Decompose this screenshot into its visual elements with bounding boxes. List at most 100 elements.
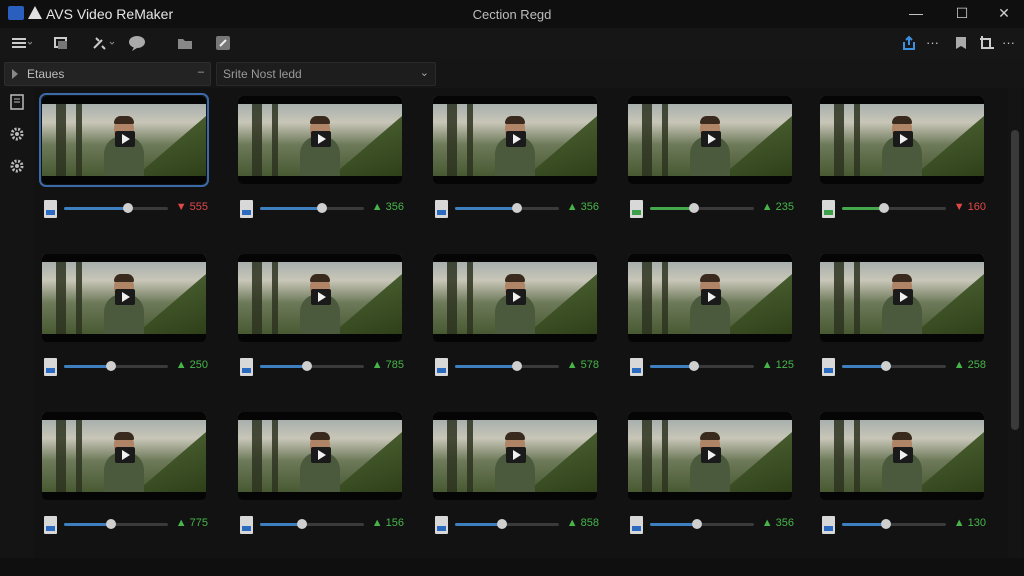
video-clip-card[interactable]: ▲ 775 xyxy=(38,404,208,554)
video-clip-card[interactable]: ▼ 160 xyxy=(816,88,986,238)
play-icon[interactable] xyxy=(506,447,526,463)
settings-gear-icon[interactable] xyxy=(9,126,25,142)
file-icon[interactable] xyxy=(822,200,835,218)
slider-knob[interactable] xyxy=(296,519,307,529)
progress-slider[interactable] xyxy=(650,519,754,529)
menu-icon[interactable] xyxy=(10,34,32,52)
video-thumbnail[interactable] xyxy=(42,412,206,500)
slider-knob[interactable] xyxy=(317,203,328,213)
video-thumbnail[interactable] xyxy=(820,412,984,500)
slider-knob[interactable] xyxy=(688,361,699,371)
video-clip-card[interactable]: ▲ 858 xyxy=(429,404,599,554)
progress-slider[interactable] xyxy=(64,361,168,371)
play-icon[interactable] xyxy=(506,289,526,305)
file-icon[interactable] xyxy=(240,358,253,376)
file-icon[interactable] xyxy=(240,200,253,218)
file-icon[interactable] xyxy=(435,516,448,534)
slider-knob[interactable] xyxy=(880,519,891,529)
slider-knob[interactable] xyxy=(105,519,116,529)
play-icon[interactable] xyxy=(115,447,135,463)
file-icon[interactable] xyxy=(822,358,835,376)
video-clip-card[interactable]: ▲ 250 xyxy=(38,246,208,396)
file-icon[interactable] xyxy=(44,200,57,218)
video-thumbnail[interactable] xyxy=(820,96,984,184)
video-thumbnail[interactable] xyxy=(433,412,597,500)
file-icon[interactable] xyxy=(44,516,57,534)
more-options-left-button[interactable]: ··· xyxy=(926,34,939,52)
video-thumbnail[interactable] xyxy=(39,93,209,187)
slider-knob[interactable] xyxy=(878,203,889,213)
video-thumbnail[interactable] xyxy=(238,254,402,342)
more-options-right-button[interactable]: ··· xyxy=(1002,34,1015,52)
progress-slider[interactable] xyxy=(260,519,364,529)
video-thumbnail[interactable] xyxy=(42,254,206,342)
progress-slider[interactable] xyxy=(64,203,168,213)
video-thumbnail[interactable] xyxy=(628,96,792,184)
status-filter-dropdown[interactable]: Etaues – xyxy=(4,62,211,86)
slider-knob[interactable] xyxy=(301,361,312,371)
file-icon[interactable] xyxy=(435,358,448,376)
file-icon[interactable] xyxy=(240,516,253,534)
play-icon[interactable] xyxy=(311,447,331,463)
chat-icon[interactable] xyxy=(128,34,148,52)
slider-knob[interactable] xyxy=(880,361,891,371)
play-icon[interactable] xyxy=(311,289,331,305)
video-clip-card[interactable]: ▲ 125 xyxy=(624,246,794,396)
tools-icon[interactable] xyxy=(90,34,116,52)
video-thumbnail[interactable] xyxy=(820,254,984,342)
video-thumbnail[interactable] xyxy=(628,412,792,500)
video-clip-card[interactable]: ▲ 785 xyxy=(234,246,404,396)
video-clip-card[interactable]: ▲ 156 xyxy=(234,404,404,554)
crop-icon[interactable] xyxy=(978,34,996,52)
progress-slider[interactable] xyxy=(455,519,559,529)
progress-slider[interactable] xyxy=(260,203,364,213)
play-icon[interactable] xyxy=(311,131,331,147)
preferences-gear-icon[interactable] xyxy=(9,158,25,174)
folder-icon[interactable] xyxy=(176,34,194,52)
video-clip-card[interactable]: ▲ 356 xyxy=(234,88,404,238)
scrollbar-thumb[interactable] xyxy=(1011,130,1019,430)
video-thumbnail[interactable] xyxy=(238,96,402,184)
video-clip-card[interactable]: ▲ 356 xyxy=(429,88,599,238)
video-thumbnail[interactable] xyxy=(238,412,402,500)
edit-icon[interactable] xyxy=(214,34,232,52)
slider-knob[interactable] xyxy=(688,203,699,213)
video-thumbnail[interactable] xyxy=(433,254,597,342)
play-icon[interactable] xyxy=(701,289,721,305)
play-icon[interactable] xyxy=(893,131,913,147)
video-thumbnail[interactable] xyxy=(433,96,597,184)
file-icon[interactable] xyxy=(630,516,643,534)
progress-slider[interactable] xyxy=(455,361,559,371)
video-clip-card[interactable]: ▼ 555 xyxy=(38,88,209,238)
progress-slider[interactable] xyxy=(650,203,754,213)
bookmark-icon[interactable] xyxy=(952,34,970,52)
play-icon[interactable] xyxy=(701,131,721,147)
sort-dropdown[interactable]: Srite Nost ledd ⌄ xyxy=(216,62,436,86)
progress-slider[interactable] xyxy=(842,361,946,371)
video-clip-card[interactable]: ▲ 578 xyxy=(429,246,599,396)
progress-slider[interactable] xyxy=(842,519,946,529)
video-clip-card[interactable]: ▲ 235 xyxy=(624,88,794,238)
share-icon[interactable] xyxy=(900,34,918,52)
slider-knob[interactable] xyxy=(512,203,523,213)
progress-slider[interactable] xyxy=(842,203,946,213)
close-button[interactable]: ✕ xyxy=(992,4,1016,22)
play-icon[interactable] xyxy=(893,289,913,305)
slider-knob[interactable] xyxy=(123,203,134,213)
progress-slider[interactable] xyxy=(650,361,754,371)
video-thumbnail[interactable] xyxy=(628,254,792,342)
progress-slider[interactable] xyxy=(64,519,168,529)
file-icon[interactable] xyxy=(630,358,643,376)
layers-icon[interactable] xyxy=(52,34,70,52)
maximize-button[interactable]: ☐ xyxy=(950,4,974,22)
file-icon[interactable] xyxy=(44,358,57,376)
progress-slider[interactable] xyxy=(260,361,364,371)
play-icon[interactable] xyxy=(115,131,135,147)
play-icon[interactable] xyxy=(115,289,135,305)
play-icon[interactable] xyxy=(893,447,913,463)
slider-knob[interactable] xyxy=(496,519,507,529)
progress-slider[interactable] xyxy=(455,203,559,213)
video-clip-card[interactable]: ▲ 258 xyxy=(816,246,986,396)
document-icon[interactable] xyxy=(9,94,25,110)
file-icon[interactable] xyxy=(822,516,835,534)
